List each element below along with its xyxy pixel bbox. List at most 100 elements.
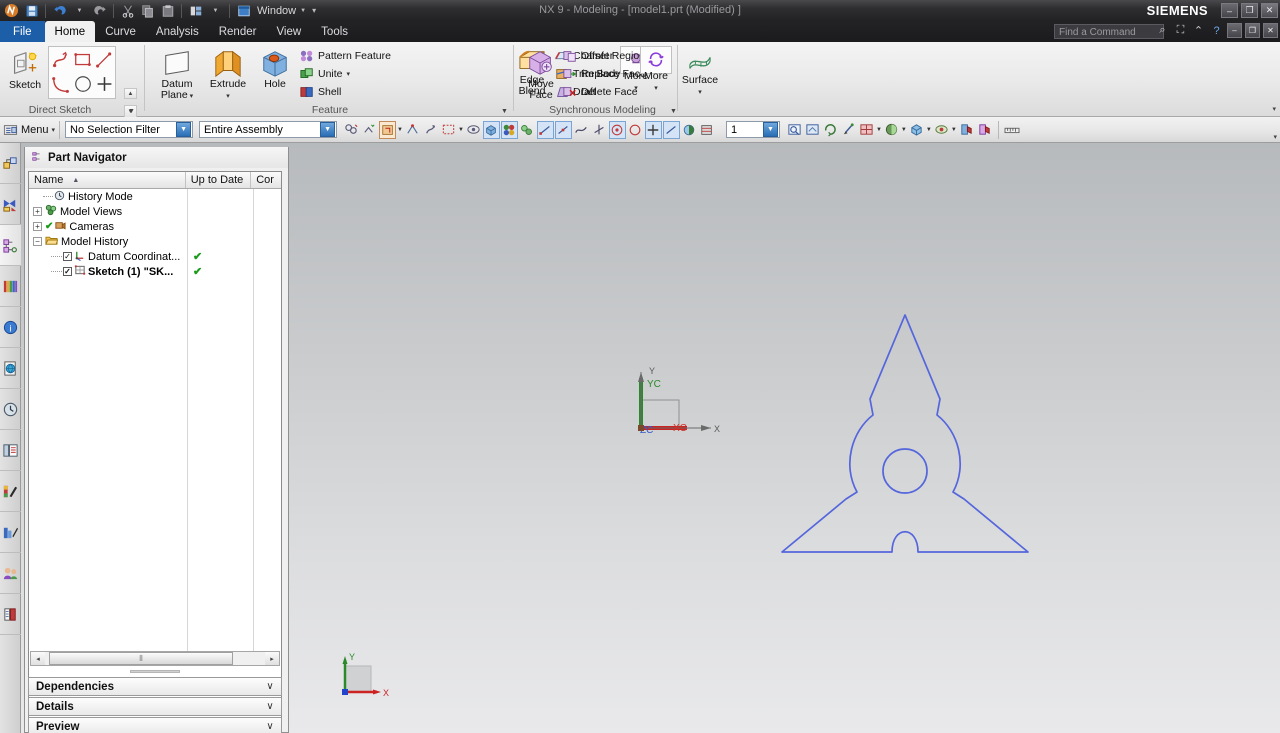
tab-view[interactable]: View [266, 21, 311, 42]
synchronous-dialog-launcher[interactable]: ▼ [670, 108, 677, 115]
selection-scope-caret-icon[interactable]: ▼ [320, 122, 336, 137]
move-face-button[interactable]: Move Face [519, 45, 563, 101]
surface-button[interactable]: Surface ▾ [678, 47, 722, 98]
fit-view-icon[interactable] [786, 121, 803, 139]
expander-icon[interactable]: + [33, 222, 42, 231]
circle-icon[interactable] [73, 74, 93, 97]
part-navigator-icon[interactable] [0, 225, 21, 266]
close-button[interactable]: ✕ [1261, 3, 1278, 18]
render-style-caret-icon[interactable]: ▼ [926, 127, 932, 133]
profile-icon[interactable] [51, 49, 71, 74]
zoom-icon[interactable] [804, 121, 821, 139]
window-menu-icon[interactable] [234, 1, 253, 20]
layer-caret-icon[interactable]: ▼ [762, 122, 778, 137]
scroll-right-arrow-icon[interactable]: ▸ [265, 652, 279, 665]
more-synchronous-button[interactable]: More ▾ [638, 47, 674, 94]
help-icon[interactable]: ? [1209, 23, 1224, 38]
pan-icon[interactable] [840, 121, 857, 139]
process-studio-icon[interactable] [0, 430, 21, 471]
reuse-library-icon[interactable] [0, 266, 21, 307]
tab-analysis[interactable]: Analysis [146, 21, 209, 42]
minimize-button[interactable]: – [1221, 3, 1238, 18]
nx-logo-icon[interactable] [2, 1, 21, 20]
sketch-scroll-up-button[interactable]: ▲ [124, 88, 137, 99]
ribbon-overflow-icon[interactable]: ▾ [1272, 105, 1276, 113]
select-feature-icon[interactable] [361, 121, 378, 139]
measure-icon[interactable] [1004, 121, 1021, 139]
tab-curve[interactable]: Curve [95, 21, 146, 42]
selection-scope-dropdown[interactable]: Entire Assembly ▼ [199, 121, 338, 138]
chevron-down-icon[interactable]: ∨ [259, 701, 281, 712]
tab-render[interactable]: Render [209, 21, 267, 42]
table-row[interactable]: + Model Views [29, 204, 281, 219]
datum-plane-button[interactable]: Datum Plane ▾ [153, 45, 201, 102]
point-on-face-icon[interactable] [681, 121, 698, 139]
wcs-icon[interactable] [482, 120, 500, 139]
part-navigator-tree[interactable]: Name ▲ Up to Date Cor History Mode + Mod… [28, 171, 282, 733]
select-general-icon[interactable] [343, 121, 360, 139]
shaded-icon[interactable] [883, 121, 900, 139]
quadrant-point-icon[interactable] [627, 121, 644, 139]
point-on-curve-icon[interactable] [662, 120, 680, 139]
feature-dialog-launcher[interactable]: ▼ [501, 108, 508, 115]
doc-restore-button[interactable]: ❐ [1245, 23, 1260, 38]
tree-horizontal-scrollbar[interactable]: ◂ ⦀ ▸ [30, 651, 280, 666]
row-checkbox[interactable]: ✓ [63, 267, 72, 276]
endpoint-snap-icon[interactable] [536, 120, 554, 139]
search-icon[interactable]: ⌕ [1155, 23, 1170, 38]
selbar-overflow-icon[interactable]: ▾ [1273, 133, 1277, 141]
menu-button[interactable]: Menu ▾ [3, 123, 55, 137]
row-checkbox[interactable]: ✓ [63, 252, 72, 261]
offset-region-button[interactable]: Offset Region [563, 47, 645, 64]
unite-caret-icon[interactable]: ▾ [347, 70, 351, 78]
constraint-navigator-icon[interactable] [0, 184, 21, 225]
material-icon[interactable] [519, 121, 536, 139]
rectangle-select-icon[interactable] [440, 121, 457, 139]
scroll-left-arrow-icon[interactable]: ◂ [31, 652, 45, 665]
search-input[interactable]: Find a Command [1054, 24, 1164, 39]
shaded-caret-icon[interactable]: ▼ [901, 127, 907, 133]
layer-visible-icon[interactable] [699, 121, 716, 139]
chevron-down-icon[interactable]: ∨ [259, 721, 281, 732]
system-visual-icon[interactable] [0, 594, 21, 635]
doc-minimize-button[interactable]: – [1227, 23, 1242, 38]
collapse-ribbon-icon[interactable]: ⌃ [1191, 23, 1206, 38]
save-icon[interactable] [22, 1, 41, 20]
web-browser-icon[interactable] [0, 348, 21, 389]
section-icon[interactable] [958, 121, 975, 139]
render-style-icon[interactable] [908, 121, 925, 139]
menu-caret-icon[interactable]: ▾ [52, 126, 56, 134]
face-select-caret-icon[interactable]: ▼ [397, 127, 403, 133]
column-comments[interactable]: Cor [251, 172, 281, 188]
body-select-icon[interactable] [422, 121, 439, 139]
table-row[interactable]: + ✔ Cameras [29, 219, 281, 234]
table-row[interactable]: History Mode [29, 189, 281, 204]
layer-dropdown[interactable]: 1 ▼ [725, 121, 780, 138]
extrude-button[interactable]: Extrude ▾ [205, 45, 251, 102]
layout-dropdown-icon[interactable]: ▼ [206, 1, 225, 20]
section-details[interactable]: Details ∨ [28, 697, 282, 716]
shuriken-sketch[interactable] [760, 303, 1060, 563]
rectangle-icon[interactable] [73, 50, 93, 73]
undo-dropdown-icon[interactable]: ▼ [70, 1, 89, 20]
sketch-button[interactable]: Sketch [4, 46, 46, 91]
scroll-thumb[interactable]: ⦀ [49, 652, 233, 665]
column-up-to-date[interactable]: Up to Date [186, 172, 252, 188]
view-orient-caret-icon[interactable]: ▼ [876, 127, 882, 133]
history-icon[interactable] [0, 389, 21, 430]
clip-icon[interactable] [976, 121, 993, 139]
system-scene-icon[interactable] [0, 553, 21, 594]
undo-icon[interactable] [50, 1, 69, 20]
chevron-down-icon[interactable]: ∨ [259, 681, 281, 692]
intersection-icon[interactable] [591, 121, 608, 139]
section-dependencies[interactable]: Dependencies ∨ [28, 677, 282, 696]
direct-sketch-dialog-launcher[interactable]: ▼ [128, 108, 135, 115]
redo-icon[interactable] [90, 1, 109, 20]
delete-face-button[interactable]: Delete Face [563, 83, 638, 100]
pattern-feature-button[interactable]: Pattern Feature [300, 47, 391, 64]
unite-button[interactable]: Unite ▾ [300, 65, 350, 82]
tab-tools[interactable]: Tools [311, 21, 358, 42]
selection-filter-dropdown[interactable]: No Selection Filter ▼ [65, 121, 194, 138]
face-select-icon[interactable] [379, 120, 397, 139]
tab-home[interactable]: Home [44, 21, 96, 42]
